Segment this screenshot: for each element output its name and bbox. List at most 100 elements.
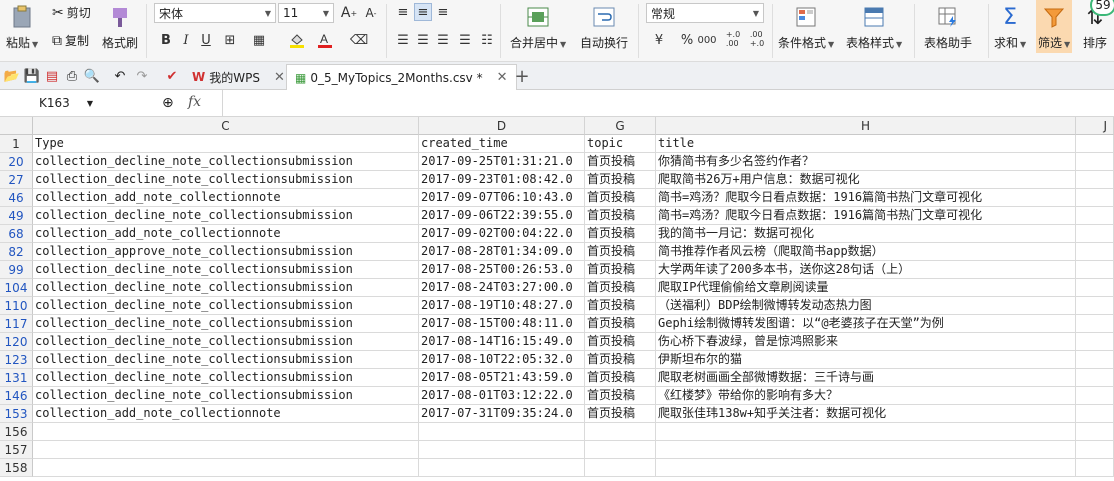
row-number[interactable]: 68 xyxy=(0,225,33,243)
cell-topic[interactable]: 首页投稿 xyxy=(585,297,656,315)
filter-button[interactable]: 筛选 ▼ xyxy=(1036,0,1073,53)
cell-created-time[interactable]: 2017-09-07T06:10:43.0 xyxy=(419,189,585,207)
cell-created-time[interactable]: 2017-07-31T09:35:24.0 xyxy=(419,405,585,423)
cell-type[interactable]: collection_decline_note_collectionsubmis… xyxy=(33,387,419,405)
cell-topic[interactable]: 首页投稿 xyxy=(585,153,656,171)
column-header-c[interactable]: C xyxy=(33,117,419,135)
cell-title[interactable]: 我的简书一月记：数据可视化 xyxy=(656,225,1076,243)
print-preview-icon[interactable]: 🔍 xyxy=(84,68,100,84)
cell-created-time[interactable] xyxy=(419,441,585,459)
column-header-j[interactable]: J xyxy=(1076,117,1114,135)
cell-created-time[interactable]: 2017-08-10T22:05:32.0 xyxy=(419,351,585,369)
cell-j[interactable] xyxy=(1076,189,1114,207)
cell-j[interactable] xyxy=(1076,279,1114,297)
cell-created-time[interactable] xyxy=(419,459,585,477)
cell-type[interactable]: collection_add_note_collectionnote xyxy=(33,225,419,243)
cell-topic[interactable]: 首页投稿 xyxy=(585,333,656,351)
row-number[interactable]: 117 xyxy=(0,315,33,333)
cell-type[interactable]: collection_decline_note_collectionsubmis… xyxy=(33,261,419,279)
fill-color-icon[interactable] xyxy=(288,31,306,49)
cell-type[interactable]: collection_decline_note_collectionsubmis… xyxy=(33,333,419,351)
close-icon[interactable]: ✕ xyxy=(497,70,508,85)
percent-icon[interactable]: % xyxy=(678,31,696,49)
align-left-icon[interactable]: ☰ xyxy=(394,31,412,49)
save-icon[interactable]: 💾 xyxy=(24,68,40,84)
cell-type[interactable] xyxy=(33,423,419,441)
align-middle-icon[interactable]: ≡ xyxy=(414,3,432,21)
cell-topic[interactable]: 首页投稿 xyxy=(585,387,656,405)
export-pdf-icon[interactable]: ▤ xyxy=(44,68,60,84)
open-folder-icon[interactable]: 📂 xyxy=(4,68,20,84)
cell-type[interactable]: collection_decline_note_collectionsubmis… xyxy=(33,369,419,387)
align-right-icon[interactable]: ☰ xyxy=(434,31,452,49)
cell-j[interactable] xyxy=(1076,405,1114,423)
cell-created-time[interactable]: 2017-09-25T01:31:21.0 xyxy=(419,153,585,171)
font-shrink-icon[interactable]: A- xyxy=(362,4,380,22)
column-header-h[interactable]: H xyxy=(656,117,1076,135)
cell-title[interactable] xyxy=(656,441,1076,459)
undo-icon[interactable]: ↶ xyxy=(112,68,128,84)
row-number[interactable]: 156 xyxy=(0,423,33,441)
cell-created-time[interactable]: 2017-08-15T00:48:11.0 xyxy=(419,315,585,333)
cell-topic[interactable]: 首页投稿 xyxy=(585,261,656,279)
header-cell-created-time[interactable]: created_time xyxy=(419,135,585,153)
cell-type[interactable] xyxy=(33,441,419,459)
header-cell-type[interactable]: Type xyxy=(33,135,419,153)
cell-title[interactable]: 简书=鸡汤？爬取今日看点数据：1916篇简书热门文章可视化 xyxy=(656,189,1076,207)
cell-fill-pattern-icon[interactable]: ▦ xyxy=(250,31,268,49)
justify-icon[interactable]: ☰ xyxy=(456,31,474,49)
cell-topic[interactable]: 首页投稿 xyxy=(585,171,656,189)
cell-topic[interactable]: 首页投稿 xyxy=(585,315,656,333)
formula-input[interactable] xyxy=(222,90,1114,116)
tab-my-wps[interactable]: W 我的WPS ✕ xyxy=(184,64,293,90)
row-number[interactable]: 158 xyxy=(0,459,33,477)
cell-j[interactable] xyxy=(1076,171,1114,189)
cell-topic[interactable] xyxy=(585,441,656,459)
column-header-d[interactable]: D xyxy=(419,117,585,135)
table-helper-button[interactable]: 表格助手 xyxy=(924,4,972,51)
cell-type[interactable]: collection_decline_note_collectionsubmis… xyxy=(33,351,419,369)
new-tab-icon[interactable]: + xyxy=(514,66,530,87)
row-number[interactable]: 120 xyxy=(0,333,33,351)
cut-button[interactable]: ✂ 剪切 xyxy=(52,4,91,21)
cell-created-time[interactable]: 2017-08-24T03:27:00.0 xyxy=(419,279,585,297)
cell-title[interactable] xyxy=(656,423,1076,441)
row-number[interactable]: 131 xyxy=(0,369,33,387)
font-color-icon[interactable]: A xyxy=(316,31,334,49)
conditional-format-button[interactable]: 条件格式 ▼ xyxy=(778,4,834,51)
name-box[interactable]: K163 ▼ xyxy=(4,93,124,113)
cell-title[interactable]: 爬取简书26万+用户信息：数据可视化 xyxy=(656,171,1076,189)
row-number[interactable]: 157 xyxy=(0,441,33,459)
bold-icon[interactable]: B xyxy=(157,31,175,49)
cell-j[interactable] xyxy=(1076,441,1114,459)
cell-title[interactable]: Gephi绘制微博转发图谱：以“@老婆孩子在天堂”为例 xyxy=(656,315,1076,333)
copy-button[interactable]: ⧉ 复制 xyxy=(52,32,89,49)
cell-j[interactable] xyxy=(1076,387,1114,405)
close-icon[interactable]: ✕ xyxy=(274,70,285,85)
cell-j[interactable] xyxy=(1076,261,1114,279)
cell-created-time[interactable]: 2017-09-23T01:08:42.0 xyxy=(419,171,585,189)
cell-j[interactable] xyxy=(1076,459,1114,477)
row-number[interactable]: 82 xyxy=(0,243,33,261)
cell-type[interactable]: collection_approve_note_collectionsubmis… xyxy=(33,243,419,261)
format-painter-button[interactable]: 格式刷 xyxy=(102,4,138,51)
cell-title[interactable]: 爬取老树画画全部微博数据：三千诗与画 xyxy=(656,369,1076,387)
clear-format-icon[interactable]: ⌫ xyxy=(350,31,368,49)
cell-title[interactable]: 爬取IP代理偷偷给文章刷阅读量 xyxy=(656,279,1076,297)
row-number[interactable]: 20 xyxy=(0,153,33,171)
cell-title[interactable] xyxy=(656,459,1076,477)
cell-type[interactable]: collection_add_note_collectionnote xyxy=(33,405,419,423)
cell-j[interactable] xyxy=(1076,297,1114,315)
align-center-icon[interactable]: ☰ xyxy=(414,31,432,49)
cell-type[interactable] xyxy=(33,459,419,477)
zoom-formula-icon[interactable]: ⊕ xyxy=(162,95,174,111)
redo-icon[interactable]: ↷ xyxy=(134,68,150,84)
cell-title[interactable]: （送福利）BDP绘制微博转发动态热力图 xyxy=(656,297,1076,315)
function-icon[interactable]: fx xyxy=(188,94,201,110)
header-cell-title[interactable]: title xyxy=(656,135,1076,153)
cell-j[interactable] xyxy=(1076,207,1114,225)
cell-title[interactable]: 你猜简书有多少名签约作者？ xyxy=(656,153,1076,171)
cell-j[interactable] xyxy=(1076,135,1114,153)
cell-created-time[interactable]: 2017-08-28T01:34:09.0 xyxy=(419,243,585,261)
merge-center-button[interactable]: 合并居中 ▼ xyxy=(510,4,566,51)
